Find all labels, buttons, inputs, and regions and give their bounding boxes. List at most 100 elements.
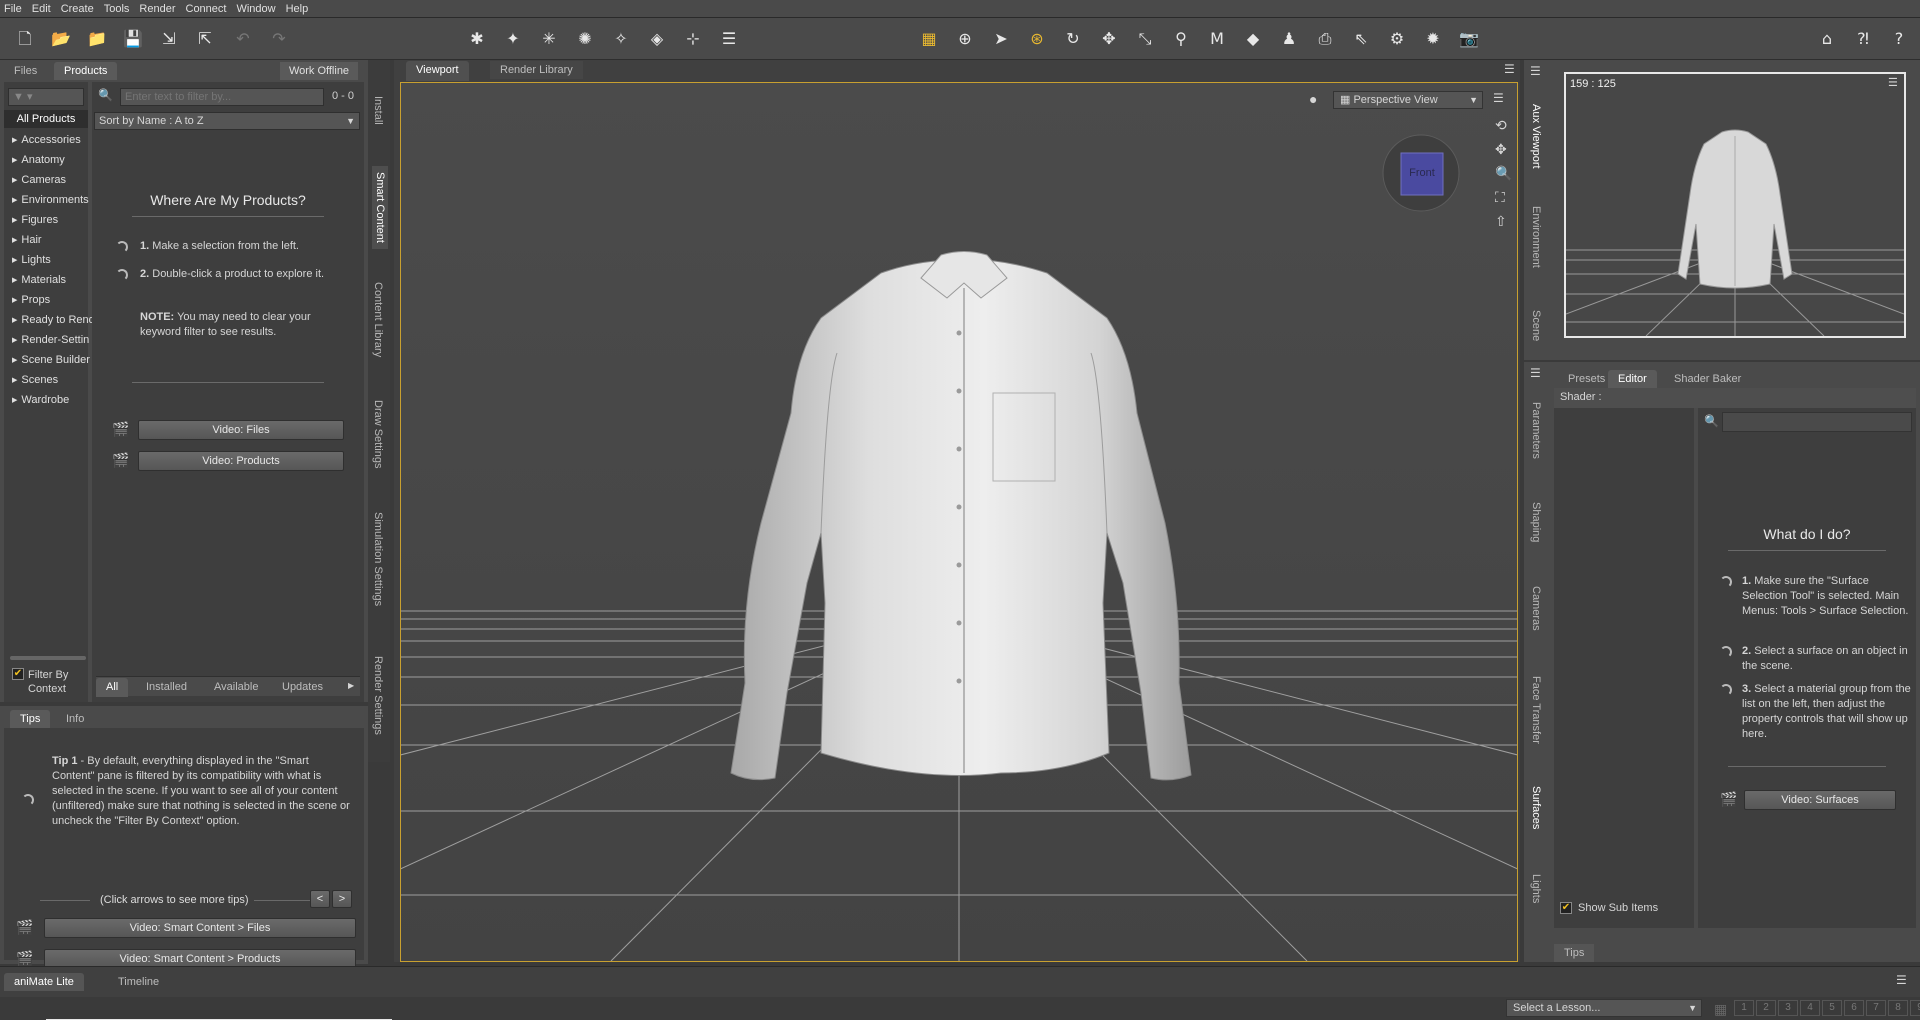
- grid-icon[interactable]: ▦: [918, 28, 940, 50]
- pan-icon[interactable]: ✥: [1495, 141, 1507, 158]
- menu-window[interactable]: Window: [236, 3, 275, 15]
- vtab-aux-viewport[interactable]: Aux Viewport: [1530, 104, 1542, 169]
- video-surfaces-button[interactable]: Video: Surfaces: [1744, 790, 1896, 810]
- tab-animate-lite[interactable]: aniMate Lite: [4, 973, 84, 991]
- aux-viewport-canvas[interactable]: 159 : 125 ☰: [1564, 72, 1906, 338]
- vtab-cameras[interactable]: Cameras: [1530, 586, 1542, 631]
- tab-tips[interactable]: Tips: [10, 710, 51, 728]
- frame-icon[interactable]: ⛶: [1495, 189, 1505, 206]
- tab-info[interactable]: Info: [56, 710, 94, 728]
- tab-timeline[interactable]: Timeline: [108, 973, 169, 991]
- spotlight-icon[interactable]: ✦: [502, 28, 524, 50]
- vtab-smart-content[interactable]: Smart Content: [372, 166, 388, 249]
- pane-menu-icon[interactable]: ☰: [1504, 62, 1515, 76]
- pane-menu-icon[interactable]: ☰: [1530, 64, 1541, 78]
- pane-menu-icon[interactable]: ☰: [1530, 366, 1541, 380]
- menu-edit[interactable]: Edit: [32, 3, 51, 15]
- lesson-grid-icon[interactable]: ▦: [1714, 1001, 1727, 1018]
- lesson-page[interactable]: 3: [1778, 1000, 1798, 1016]
- universal-tool-icon[interactable]: ⊕: [954, 28, 976, 50]
- property-filter-input[interactable]: [1722, 412, 1912, 432]
- category-item[interactable]: Lights: [12, 254, 50, 266]
- vtab-simulation-settings[interactable]: Simulation Settings: [372, 512, 384, 606]
- view-cube-label[interactable]: Front: [1401, 167, 1443, 179]
- menu-render[interactable]: Render: [139, 3, 175, 15]
- category-item[interactable]: Figures: [12, 214, 58, 226]
- reset-view-icon[interactable]: ⇧: [1495, 213, 1507, 230]
- lesson-page[interactable]: 2: [1756, 1000, 1776, 1016]
- help-icon[interactable]: ?: [1888, 28, 1910, 50]
- vtab-face-transfer[interactable]: Face Transfer: [1530, 676, 1542, 744]
- vtab-install[interactable]: Install: [372, 96, 384, 125]
- pane-menu-icon[interactable]: ☰: [1896, 973, 1907, 987]
- viewport-menu-icon[interactable]: ☰: [1493, 91, 1504, 105]
- vtab-draw-settings[interactable]: Draw Settings: [372, 400, 384, 468]
- primitive-icon[interactable]: ◈: [646, 28, 668, 50]
- prev-tip-button[interactable]: <: [310, 890, 330, 908]
- tab-tips[interactable]: Tips: [1554, 944, 1595, 962]
- joint-editor-icon[interactable]: ⚲: [1170, 28, 1192, 50]
- open-folder-icon[interactable]: 📂: [50, 28, 72, 50]
- video-files-button[interactable]: Video: Files: [138, 420, 344, 440]
- category-item[interactable]: Materials: [12, 274, 66, 286]
- filter-by-context-checkbox[interactable]: ✔: [12, 668, 24, 680]
- category-item[interactable]: Ready to Rend: [12, 314, 92, 326]
- render-icon[interactable]: ✹: [1422, 28, 1444, 50]
- vtab-environment[interactable]: Environment: [1530, 206, 1542, 268]
- category-item[interactable]: Props: [12, 294, 50, 306]
- menu-tools[interactable]: Tools: [104, 3, 130, 15]
- lesson-page[interactable]: 6: [1844, 1000, 1864, 1016]
- tab-editor[interactable]: Editor: [1608, 370, 1657, 388]
- import-icon[interactable]: ⇲: [158, 28, 180, 50]
- new-file-icon[interactable]: 🗋: [14, 28, 36, 50]
- viewport-canvas[interactable]: Front ● ▦ Perspective View ▼ ☰ ⟲ ✥ 🔍 ⛶ ⇧: [400, 82, 1518, 962]
- scale-icon[interactable]: ⤡: [1134, 28, 1156, 50]
- category-filter-dropdown[interactable]: ▼ ▾: [8, 88, 84, 106]
- camera-new-icon[interactable]: ✱: [466, 28, 488, 50]
- tab-updates[interactable]: Updates: [272, 678, 333, 696]
- filter-input[interactable]: [120, 88, 324, 106]
- tab-files[interactable]: Files: [4, 62, 47, 80]
- vtab-content-library[interactable]: Content Library: [372, 282, 384, 357]
- lesson-page[interactable]: 5: [1822, 1000, 1842, 1016]
- save-icon[interactable]: 💾: [122, 28, 144, 50]
- category-item[interactable]: Environments: [12, 194, 88, 206]
- menu-help[interactable]: Help: [286, 3, 309, 15]
- video-products-button[interactable]: Video: Products: [138, 451, 344, 471]
- lesson-page[interactable]: 4: [1800, 1000, 1820, 1016]
- null-icon[interactable]: ⊹: [682, 28, 704, 50]
- aux-menu-icon[interactable]: ☰: [1888, 76, 1898, 89]
- menu-file[interactable]: File: [4, 3, 22, 15]
- vtab-shaping[interactable]: Shaping: [1530, 502, 1542, 542]
- lesson-page[interactable]: 8: [1888, 1000, 1908, 1016]
- zoom-icon[interactable]: 🔍: [1495, 165, 1512, 182]
- vtab-surfaces[interactable]: Surfaces: [1530, 786, 1542, 829]
- orbit-icon[interactable]: ⟲: [1495, 117, 1507, 134]
- light-tool-icon[interactable]: ✧: [610, 28, 632, 50]
- tab-available[interactable]: Available: [204, 678, 268, 696]
- show-sub-items-checkbox[interactable]: ✔: [1560, 902, 1572, 914]
- all-products-item[interactable]: All Products: [4, 110, 88, 128]
- distant-light-icon[interactable]: ✺: [574, 28, 596, 50]
- align-icon[interactable]: ☰: [718, 28, 740, 50]
- rotate-icon[interactable]: ↻: [1062, 28, 1084, 50]
- select-arrow-icon[interactable]: ➤: [990, 28, 1012, 50]
- surface-selection-icon[interactable]: ◆: [1242, 28, 1264, 50]
- geometry-editor-icon[interactable]: M: [1206, 28, 1228, 50]
- work-offline-button[interactable]: Work Offline: [280, 62, 358, 80]
- pointer-icon[interactable]: ⇖: [1350, 28, 1372, 50]
- node-selection-icon[interactable]: ⊛: [1026, 28, 1048, 50]
- tab-render-library[interactable]: Render Library: [490, 61, 583, 79]
- tab-presets[interactable]: Presets: [1558, 370, 1615, 388]
- category-item[interactable]: Cameras: [12, 174, 66, 186]
- tab-viewport[interactable]: Viewport: [406, 61, 469, 81]
- view-mode-dropdown[interactable]: ▦ Perspective View ▼: [1333, 91, 1483, 109]
- home-icon[interactable]: ⌂: [1816, 28, 1838, 50]
- category-item[interactable]: Anatomy: [12, 154, 64, 166]
- vtab-scene[interactable]: Scene: [1530, 310, 1542, 341]
- sort-dropdown[interactable]: Sort by Name : A to Z ▼: [94, 112, 360, 130]
- vtab-parameters[interactable]: Parameters: [1530, 402, 1542, 459]
- render-camera-icon[interactable]: ⎙: [1314, 28, 1336, 50]
- figure-icon[interactable]: ♟: [1278, 28, 1300, 50]
- lesson-page[interactable]: 1: [1734, 1000, 1754, 1016]
